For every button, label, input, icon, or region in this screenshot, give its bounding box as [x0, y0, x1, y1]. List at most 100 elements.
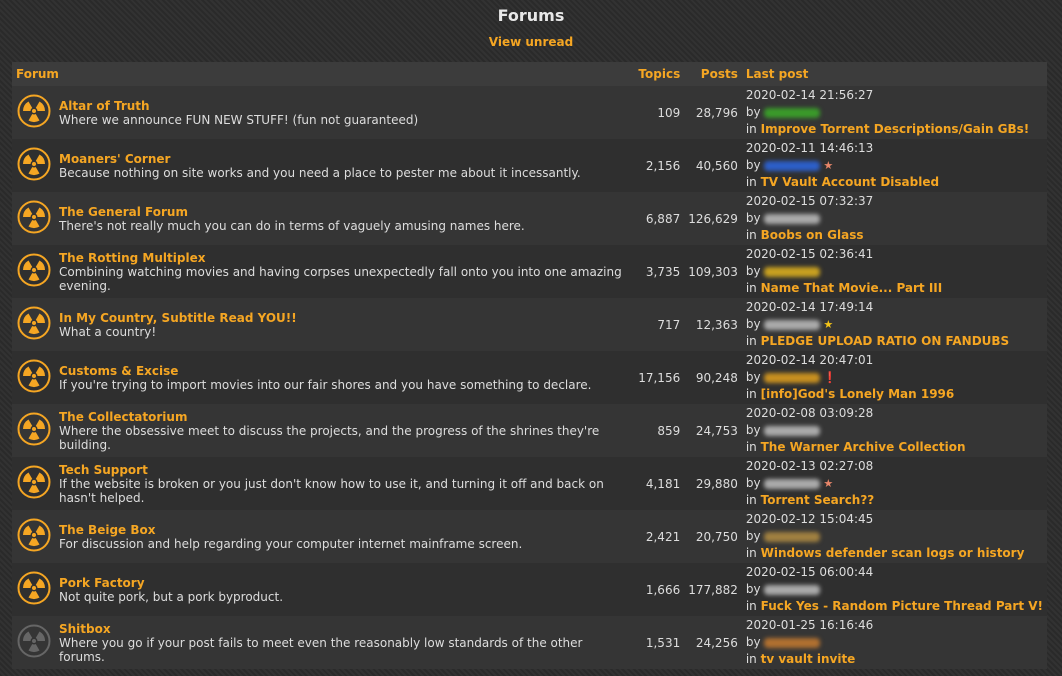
forum-description: There's not really much you can do in te…	[59, 218, 525, 233]
topics-count: 859	[634, 404, 685, 457]
last-thread-link[interactable]: Improve Torrent Descriptions/Gain GBs!	[761, 122, 1030, 136]
forum-description: For discussion and help regarding your c…	[59, 536, 523, 551]
username-link-blurred[interactable]	[764, 637, 821, 648]
forum-description: What a country!	[59, 324, 157, 339]
posts-count: 28,796	[684, 86, 742, 139]
last-thread-link[interactable]: Windows defender scan logs or history	[761, 546, 1025, 560]
page-title: Forums	[497, 6, 565, 25]
forum-name-link[interactable]: Moaners' Corner	[59, 152, 630, 166]
username-link-blurred[interactable]	[764, 478, 821, 489]
username-link-blurred[interactable]	[764, 107, 821, 118]
last-thread-link[interactable]: tv vault invite	[761, 652, 856, 666]
forum-name-link[interactable]: In My Country, Subtitle Read YOU!!	[59, 311, 630, 325]
forum-row: In My Country, Subtitle Read YOU!! What a…	[12, 298, 1047, 351]
last-thread-link[interactable]: The Warner Archive Collection	[761, 440, 966, 454]
last-post-date: 2020-02-13 02:27:08	[745, 459, 874, 473]
forum-name-link[interactable]: Tech Support	[59, 463, 630, 477]
posts-count: 177,882	[684, 563, 742, 616]
last-thread-link[interactable]: PLEDGE UPLOAD RATIO ON FANDUBS	[761, 334, 1010, 348]
in-label: in	[745, 387, 757, 401]
radiation-icon	[17, 306, 51, 340]
username-link-blurred[interactable]	[764, 160, 821, 171]
col-posts: Posts	[684, 62, 742, 86]
last-thread-link[interactable]: Fuck Yes - Random Picture Thread Part V!	[761, 599, 1043, 613]
by-label: by	[745, 105, 761, 119]
col-forum: Forum	[12, 62, 635, 86]
topics-count: 109	[634, 86, 685, 139]
last-thread-link[interactable]: TV Vault Account Disabled	[761, 175, 939, 189]
forum-row: Pork Factory Not quite pork, but a pork b…	[12, 563, 1047, 616]
forum-name-link[interactable]: Shitbox	[59, 622, 630, 636]
forum-name-link[interactable]: The Collectatorium	[59, 410, 630, 424]
by-label: by	[745, 211, 761, 225]
posts-count: 126,629	[684, 192, 742, 245]
last-post-date: 2020-02-08 03:09:28	[745, 406, 874, 420]
posts-count: 90,248	[684, 351, 742, 404]
forum-row: The Collectatorium Where the obsessive me…	[12, 404, 1047, 457]
forum-description: Combining watching movies and having cor…	[59, 264, 622, 293]
radiation-icon	[17, 147, 51, 181]
by-label: by	[745, 476, 761, 490]
forum-name-link[interactable]: Customs & Excise	[59, 364, 630, 378]
radiation-icon	[17, 465, 51, 499]
username-link-blurred[interactable]	[764, 266, 821, 277]
col-last-post: Last post	[741, 62, 1047, 86]
in-label: in	[745, 440, 757, 454]
last-post-date: 2020-02-15 07:32:37	[745, 194, 874, 208]
user-badge-icon: ★	[823, 318, 834, 331]
by-label: by	[745, 582, 761, 596]
view-unread-link[interactable]: View unread	[489, 35, 573, 49]
posts-count: 24,753	[684, 404, 742, 457]
topics-count: 1,531	[634, 616, 685, 669]
last-post-date: 2020-02-11 14:46:13	[745, 141, 874, 155]
in-label: in	[745, 122, 757, 136]
col-topics: Topics	[634, 62, 685, 86]
by-label: by	[745, 264, 761, 278]
last-thread-link[interactable]: [info]God's Lonely Man 1996	[761, 387, 955, 401]
topics-count: 3,735	[634, 245, 685, 298]
in-label: in	[745, 175, 757, 189]
by-label: by	[745, 635, 761, 649]
radiation-icon	[17, 571, 51, 605]
username-link-blurred[interactable]	[764, 584, 821, 595]
last-thread-link[interactable]: Boobs on Glass	[761, 228, 864, 242]
radiation-icon	[17, 624, 51, 658]
last-thread-link[interactable]: Torrent Search??	[761, 493, 875, 507]
by-label: by	[745, 158, 761, 172]
forum-description: Because nothing on site works and you ne…	[59, 165, 581, 180]
username-link-blurred[interactable]	[764, 319, 821, 330]
posts-count: 24,256	[684, 616, 742, 669]
user-badge-icon: ❗	[823, 371, 838, 384]
forum-name-link[interactable]: Pork Factory	[59, 576, 630, 590]
in-label: in	[745, 334, 757, 348]
last-post-date: 2020-01-25 16:16:46	[745, 618, 874, 632]
username-link-blurred[interactable]	[764, 425, 821, 436]
topics-count: 6,887	[634, 192, 685, 245]
username-link-blurred[interactable]	[764, 213, 821, 224]
forum-description: If the website is broken or you just don…	[59, 476, 604, 505]
forum-description: Not quite pork, but a pork byproduct.	[59, 589, 284, 604]
by-label: by	[745, 317, 761, 331]
forum-table: Forum Topics Posts Last post Altar of Tr…	[12, 62, 1047, 669]
last-post-date: 2020-02-12 15:04:45	[745, 512, 874, 526]
topics-count: 17,156	[634, 351, 685, 404]
in-label: in	[745, 281, 757, 295]
last-thread-link[interactable]: Name That Movie... Part III	[761, 281, 943, 295]
forum-name-link[interactable]: The General Forum	[59, 205, 630, 219]
username-link-blurred[interactable]	[764, 372, 821, 383]
posts-count: 109,303	[684, 245, 742, 298]
forum-row: The Rotting Multiplex Combining watching …	[12, 245, 1047, 298]
forum-row: The Beige Box For discussion and help reg…	[12, 510, 1047, 563]
forum-row: Moaners' Corner Because nothing on site w…	[12, 139, 1047, 192]
forum-name-link[interactable]: Altar of Truth	[59, 99, 630, 113]
in-label: in	[745, 493, 757, 507]
forum-description: Where we announce FUN NEW STUFF! (fun no…	[59, 112, 419, 127]
in-label: in	[745, 652, 757, 666]
forum-name-link[interactable]: The Rotting Multiplex	[59, 251, 630, 265]
forum-name-link[interactable]: The Beige Box	[59, 523, 630, 537]
user-badge-icon: ★	[823, 159, 834, 172]
radiation-icon	[17, 94, 51, 128]
radiation-icon	[17, 200, 51, 234]
username-link-blurred[interactable]	[764, 531, 821, 542]
by-label: by	[745, 423, 761, 437]
